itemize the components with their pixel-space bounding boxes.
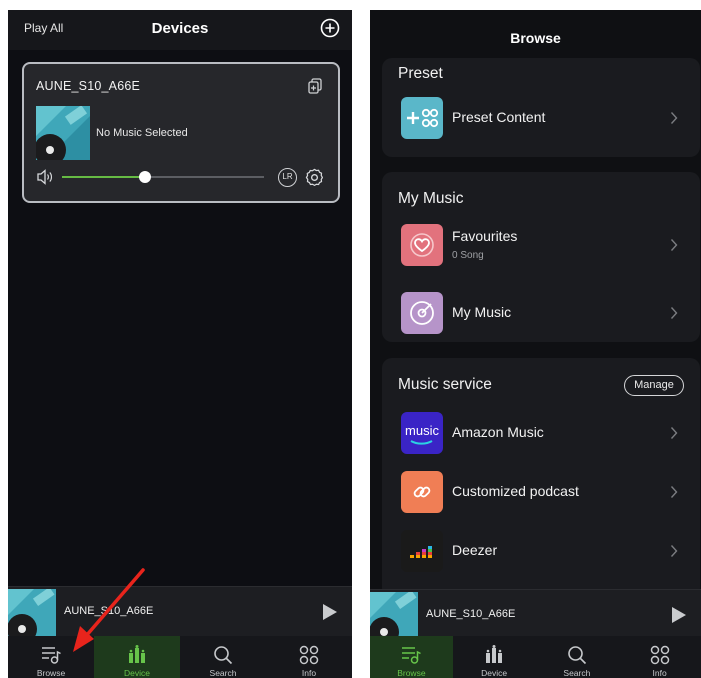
- chevron-right-icon: [670, 239, 678, 251]
- tab-info[interactable]: Info: [618, 636, 701, 678]
- now-playing-text: No Music Selected: [96, 127, 188, 139]
- section-title: Preset: [398, 65, 443, 82]
- chevron-right-icon: [670, 545, 678, 557]
- page-title: Browse: [510, 30, 561, 46]
- section-title: Music service: [398, 376, 492, 393]
- play-icon[interactable]: [322, 603, 338, 621]
- preset-section: Preset Preset Content: [382, 58, 700, 157]
- tab-search-label: Search: [563, 668, 591, 678]
- podcast-link-icon: [401, 471, 443, 513]
- list-item-label: Deezer: [452, 542, 498, 558]
- list-item-amazon-music[interactable]: music Amazon Music: [382, 408, 700, 458]
- preset-content-icon: [401, 97, 443, 139]
- list-item-label: Amazon Music: [452, 424, 544, 440]
- list-item-label: Favourites: [452, 228, 518, 244]
- device-icon: [486, 645, 503, 663]
- album-art: [8, 589, 56, 637]
- list-item-favourites[interactable]: Favourites 0 Song: [382, 220, 700, 270]
- tab-device-label: Device: [124, 668, 150, 678]
- tab-device[interactable]: Device: [453, 636, 536, 678]
- tab-search[interactable]: Search: [180, 636, 266, 678]
- list-item-preset-content[interactable]: Preset Content: [382, 93, 700, 143]
- manage-button[interactable]: Manage: [624, 375, 684, 396]
- browse-icon: [402, 647, 422, 664]
- info-icon: [299, 645, 319, 665]
- chevron-right-icon: [670, 307, 678, 319]
- info-icon: [650, 645, 669, 665]
- channel-lr-button[interactable]: LR: [278, 168, 297, 187]
- page-title: Devices: [151, 20, 209, 37]
- tab-device-label: Device: [481, 668, 508, 678]
- gear-icon[interactable]: [305, 168, 324, 187]
- song-count: 0 Song: [452, 250, 484, 261]
- deezer-icon: [401, 530, 443, 572]
- device-name: AUNE_S10_A66E: [36, 79, 141, 93]
- mini-player-device-name: AUNE_S10_A66E: [64, 605, 154, 617]
- tab-browse[interactable]: Browse: [370, 636, 453, 678]
- group-icon[interactable]: [308, 78, 322, 94]
- tab-bar: Browse Device Search Info: [8, 636, 352, 678]
- devices-header: Play All Devices: [8, 10, 352, 50]
- music-service-section: Music service Manage music Amazon Music …: [382, 358, 700, 598]
- volume-fill: [62, 176, 145, 178]
- music-disc-icon: [401, 292, 443, 334]
- tab-info[interactable]: Info: [266, 636, 352, 678]
- mini-player[interactable]: AUNE_S10_A66E: [370, 589, 701, 640]
- tab-search[interactable]: Search: [536, 636, 619, 678]
- search-icon: [568, 646, 586, 665]
- tab-browse-label: Browse: [36, 668, 66, 678]
- tab-browse-label: Browse: [397, 668, 426, 678]
- browse-icon: [42, 647, 61, 664]
- tab-browse[interactable]: Browse: [8, 636, 94, 678]
- device-card[interactable]: AUNE_S10_A66E No Music Selected LR: [22, 62, 340, 203]
- list-item-label: My Music: [452, 304, 512, 320]
- devices-screen: Play All Devices AUNE_S10_A66E No Music …: [8, 10, 352, 678]
- list-item-customized-podcast[interactable]: Customized podcast: [382, 467, 700, 517]
- chevron-right-icon: [670, 427, 678, 439]
- my-music-section: My Music Favourites 0 Song My Music: [382, 172, 700, 342]
- tab-info-label: Info: [301, 668, 317, 678]
- tab-bar: Browse Device Search Info: [370, 636, 701, 678]
- tab-info-label: Info: [652, 668, 667, 678]
- album-art: [36, 106, 90, 160]
- tab-device[interactable]: Device: [94, 636, 180, 678]
- play-icon[interactable]: [671, 606, 687, 624]
- album-art: [370, 592, 418, 640]
- heart-icon: [401, 224, 443, 266]
- list-item-label: Preset Content: [452, 109, 546, 125]
- list-item-deezer[interactable]: Deezer: [382, 526, 700, 576]
- amazon-music-icon: music: [401, 412, 443, 454]
- list-item-my-music[interactable]: My Music: [382, 288, 700, 338]
- list-item-label: Customized podcast: [452, 483, 579, 499]
- mini-player[interactable]: AUNE_S10_A66E: [8, 586, 352, 637]
- chevron-right-icon: [670, 486, 678, 498]
- browse-screen: Browse Preset Preset Content My Music Fa…: [370, 10, 701, 678]
- search-icon: [214, 646, 233, 665]
- tab-search-label: Search: [209, 668, 237, 678]
- section-title: My Music: [398, 190, 464, 207]
- volume-slider[interactable]: [62, 171, 264, 183]
- device-icon: [129, 645, 145, 663]
- volume-knob[interactable]: [138, 171, 151, 183]
- chevron-right-icon: [670, 112, 678, 124]
- speaker-icon[interactable]: [36, 169, 54, 185]
- add-device-icon[interactable]: [320, 18, 340, 38]
- browse-header: Browse: [370, 10, 701, 58]
- mini-player-device-name: AUNE_S10_A66E: [426, 608, 516, 620]
